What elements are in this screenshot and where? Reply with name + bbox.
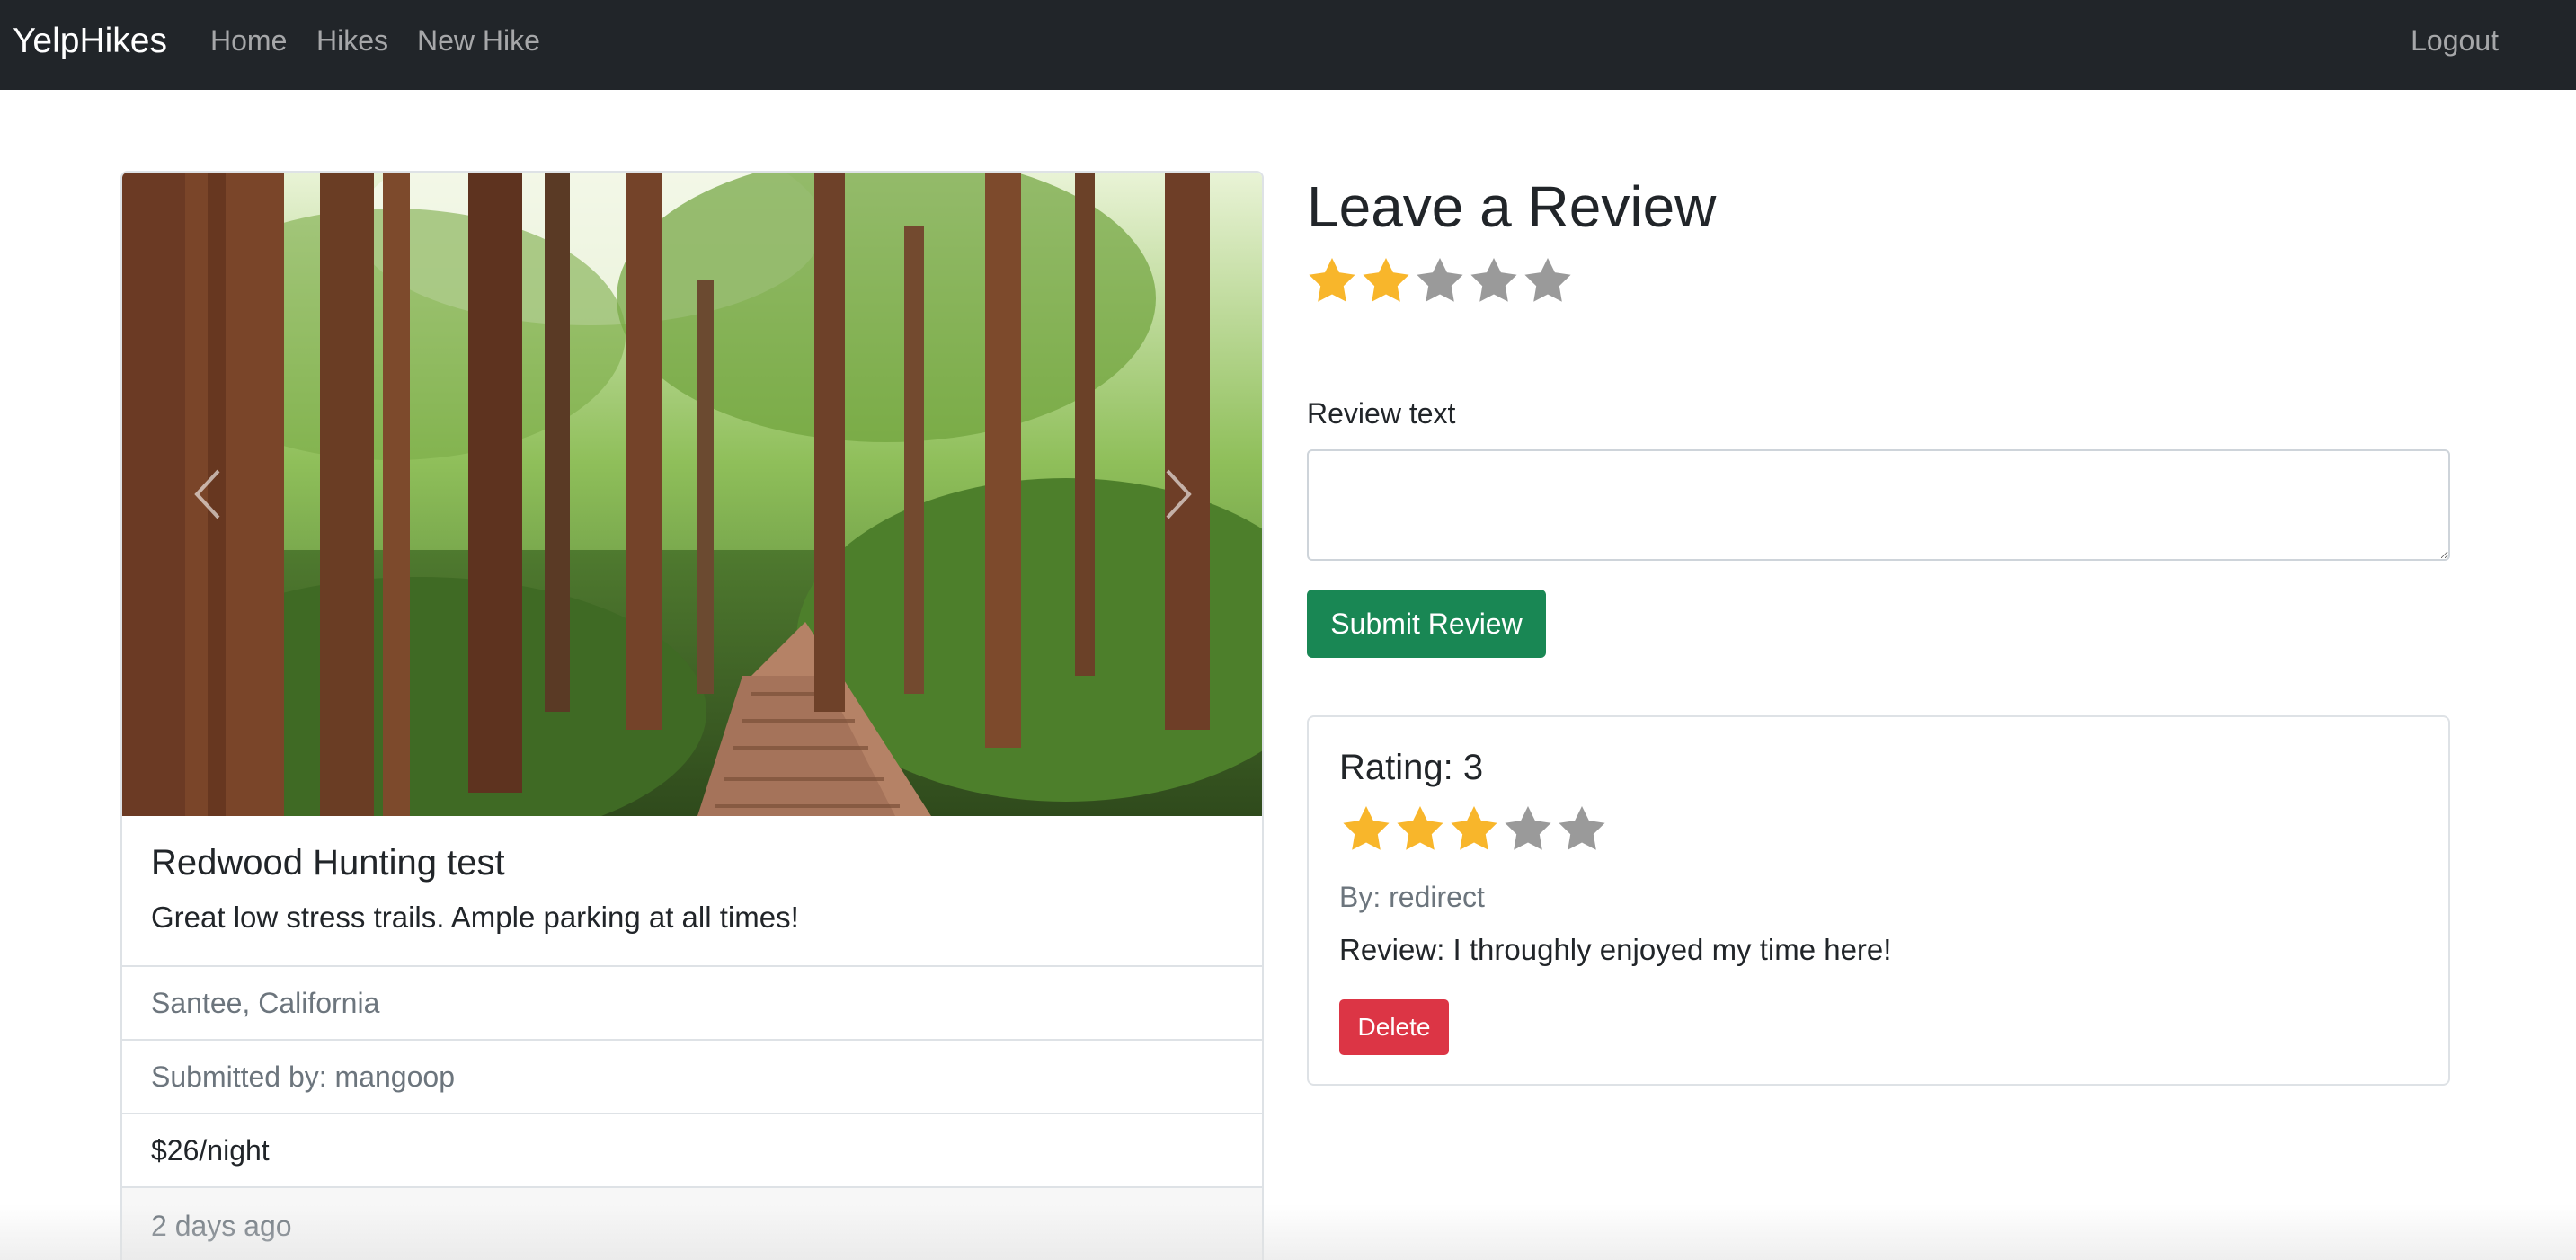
hike-card: Redwood Hunting test Great low stress tr… (120, 171, 1264, 1260)
star-icon[interactable] (1521, 255, 1575, 309)
star-icon (1559, 806, 1605, 850)
hike-photo (122, 173, 1262, 816)
hike-location: Santee, California (122, 967, 1262, 1041)
star-icon[interactable] (1359, 255, 1413, 309)
chevron-right-icon (1166, 469, 1192, 519)
star-icon (1505, 806, 1551, 850)
review-text-input[interactable] (1307, 449, 2450, 561)
review-author: By: redirect (1339, 881, 1485, 913)
star-icon (1397, 806, 1443, 850)
review-card: Rating: 3 By: redirect Review: I through… (1307, 715, 2450, 1086)
review-text: Review: I throughly enjoyed my time here… (1339, 933, 1892, 966)
star-icon[interactable] (1413, 255, 1467, 309)
hike-card-body: Redwood Hunting test Great low stress tr… (122, 816, 1262, 967)
hike-posted-time: 2 days ago (122, 1188, 1262, 1260)
hike-description: Great low stress trails. Ample parking a… (151, 901, 799, 934)
star-rating-input[interactable] (1305, 255, 1575, 309)
review-text-label: Review text (1307, 397, 1456, 430)
delete-review-button[interactable]: Delete (1339, 999, 1449, 1055)
hike-submitted-by: Submitted by: mangoop (122, 1041, 1262, 1114)
star-icon[interactable] (1305, 255, 1359, 309)
nav-link-new-hike[interactable]: New Hike (417, 22, 540, 59)
nav-link-hikes[interactable]: Hikes (316, 22, 388, 59)
carousel-prev-button[interactable] (149, 173, 266, 816)
hike-title: Redwood Hunting test (151, 843, 505, 883)
chevron-left-icon (194, 469, 220, 519)
review-star-rating (1339, 803, 1609, 857)
review-rating-title: Rating: 3 (1339, 748, 1484, 787)
submit-review-button[interactable]: Submit Review (1307, 590, 1546, 658)
hike-price: $26/night (122, 1114, 1262, 1188)
brand-logo[interactable]: YelpHikes (13, 20, 167, 63)
star-icon[interactable] (1467, 255, 1521, 309)
review-heading: Leave a Review (1307, 174, 1717, 239)
star-icon (1451, 806, 1497, 850)
carousel-next-button[interactable] (1120, 173, 1237, 816)
nav-link-logout[interactable]: Logout (2411, 22, 2499, 59)
star-icon (1343, 806, 1390, 850)
nav-link-home[interactable]: Home (210, 22, 287, 59)
image-carousel (122, 173, 1262, 816)
navbar: YelpHikes Home Hikes New Hike Logout (0, 0, 2576, 90)
